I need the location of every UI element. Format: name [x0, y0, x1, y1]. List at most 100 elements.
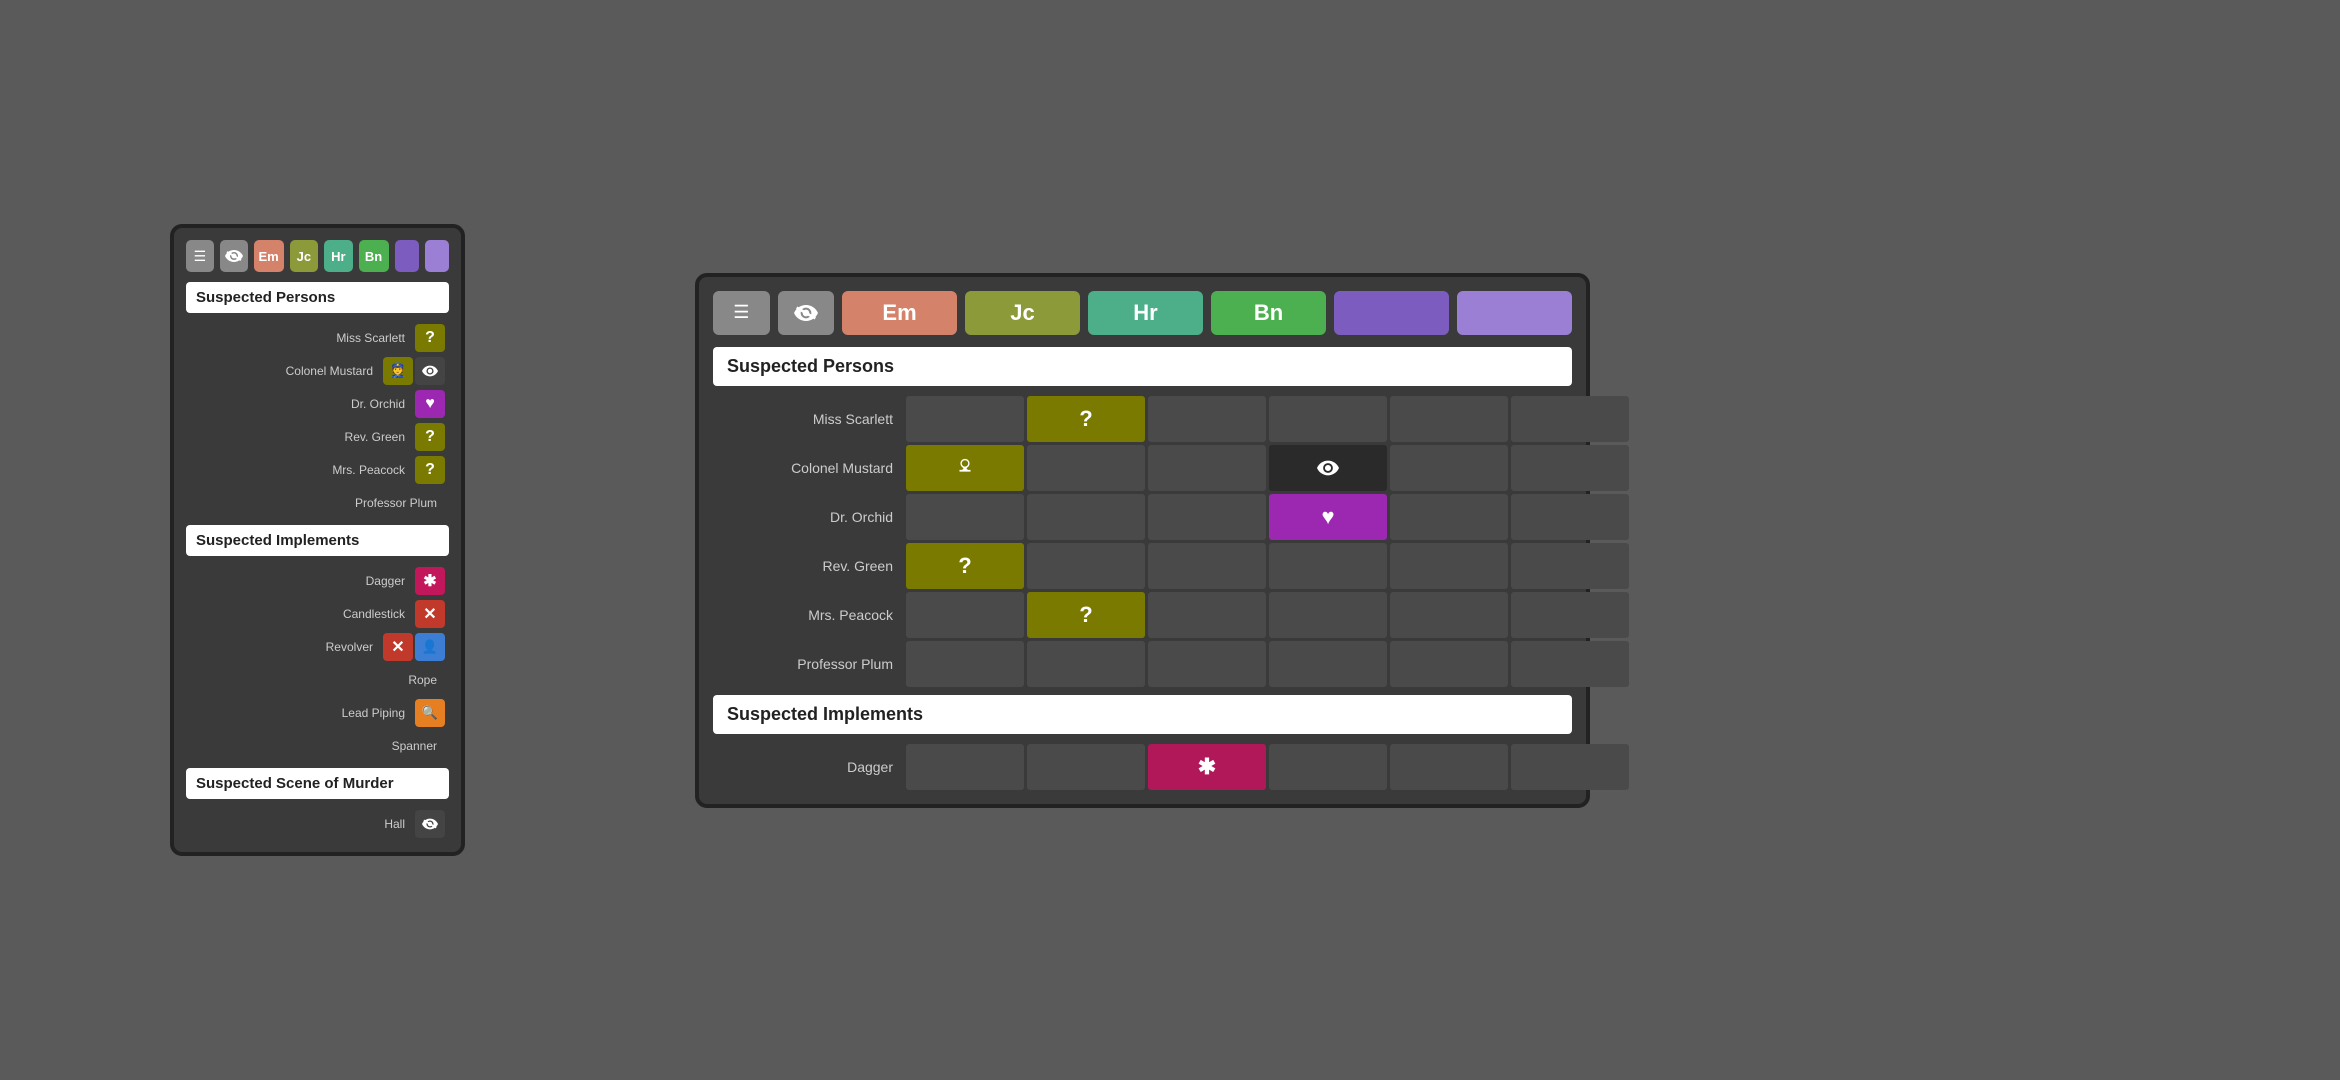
small-row-hall: Hall — [186, 807, 449, 840]
large-cell-mustard-jc[interactable] — [1027, 445, 1145, 491]
large-cell-mustard-em[interactable] — [906, 445, 1024, 491]
small-label-hall: Hall — [190, 817, 413, 831]
large-player-tag-6[interactable] — [1457, 291, 1572, 335]
small-cell-mustard-1[interactable]: 👮 — [383, 357, 413, 385]
persons-grid: Miss Scarlett ? Colonel Mustard Dr. Orch… — [713, 396, 1572, 687]
large-player-tag-jc[interactable]: Jc — [965, 291, 1080, 335]
large-label-orchid: Dr. Orchid — [713, 494, 903, 540]
large-cell-scarlett-jc[interactable]: ? — [1027, 396, 1145, 442]
large-panel: ☰ Em Jc Hr Bn Suspected Persons Miss Sca… — [695, 273, 1590, 808]
large-cell-green-6[interactable] — [1511, 543, 1629, 589]
small-cell-lead-piping-1[interactable]: 🔍 — [415, 699, 445, 727]
large-toolbar: ☰ Em Jc Hr Bn — [713, 291, 1572, 335]
large-cell-scarlett-hr[interactable] — [1148, 396, 1266, 442]
large-eye-button[interactable] — [778, 291, 835, 335]
small-player-tag-bn[interactable]: Bn — [359, 240, 389, 272]
large-cell-scarlett-em[interactable] — [906, 396, 1024, 442]
large-cell-plum-6[interactable] — [1511, 641, 1629, 687]
large-cell-mustard-hr[interactable] — [1148, 445, 1266, 491]
small-cell-scarlett-1[interactable]: ? — [415, 324, 445, 352]
large-player-tag-em[interactable]: Em — [842, 291, 957, 335]
large-cell-peacock-bn[interactable] — [1269, 592, 1387, 638]
large-cell-dagger-5[interactable] — [1390, 744, 1508, 790]
large-menu-button[interactable]: ☰ — [713, 291, 770, 335]
large-cell-dagger-6[interactable] — [1511, 744, 1629, 790]
small-player-tag-jc[interactable]: Jc — [290, 240, 318, 272]
large-cell-peacock-jc[interactable]: ? — [1027, 592, 1145, 638]
large-cell-orchid-5[interactable] — [1390, 494, 1508, 540]
large-cell-mustard-bn[interactable] — [1269, 445, 1387, 491]
small-label-revolver: Revolver — [190, 640, 381, 654]
small-label-miss-scarlett: Miss Scarlett — [190, 331, 413, 345]
large-cell-dagger-bn[interactable] — [1269, 744, 1387, 790]
small-persons-header: Suspected Persons — [186, 282, 449, 313]
large-cell-scarlett-bn[interactable] — [1269, 396, 1387, 442]
large-cell-plum-5[interactable] — [1390, 641, 1508, 687]
large-cell-green-jc[interactable] — [1027, 543, 1145, 589]
small-label-professor-plum: Professor Plum — [190, 496, 445, 510]
small-label-candlestick: Candlestick — [190, 607, 413, 621]
large-label-green: Rev. Green — [713, 543, 903, 589]
small-toolbar: ☰ Em Jc Hr Bn — [186, 240, 449, 272]
large-cell-green-5[interactable] — [1390, 543, 1508, 589]
large-player-tag-hr[interactable]: Hr — [1088, 291, 1203, 335]
large-cell-orchid-jc[interactable] — [1027, 494, 1145, 540]
large-cell-plum-bn[interactable] — [1269, 641, 1387, 687]
large-cell-peacock-5[interactable] — [1390, 592, 1508, 638]
small-cell-dagger-1[interactable]: ✱ — [415, 567, 445, 595]
large-cell-peacock-em[interactable] — [906, 592, 1024, 638]
large-cell-scarlett-5[interactable] — [1390, 396, 1508, 442]
small-cell-green-1[interactable]: ? — [415, 423, 445, 451]
small-player-tag-em[interactable]: Em — [254, 240, 284, 272]
large-cell-plum-em[interactable] — [906, 641, 1024, 687]
small-label-dr-orchid: Dr. Orchid — [190, 397, 413, 411]
small-eye-button[interactable] — [220, 240, 248, 272]
large-cell-plum-hr[interactable] — [1148, 641, 1266, 687]
large-cell-dagger-hr[interactable]: ✱ — [1148, 744, 1266, 790]
large-cell-mustard-6[interactable] — [1511, 445, 1629, 491]
large-cell-green-em[interactable]: ? — [906, 543, 1024, 589]
large-cell-orchid-6[interactable] — [1511, 494, 1629, 540]
small-row-dr-orchid: Dr. Orchid ♥ — [186, 387, 449, 420]
small-label-dagger: Dagger — [190, 574, 413, 588]
small-cell-revolver-2[interactable]: 👤 — [415, 633, 445, 661]
small-player-tag-hr[interactable]: Hr — [324, 240, 352, 272]
small-row-revolver: Revolver ✕ 👤 — [186, 630, 449, 663]
small-row-spanner: Spanner — [186, 729, 449, 762]
large-player-tag-bn[interactable]: Bn — [1211, 291, 1326, 335]
small-cell-mustard-2[interactable] — [415, 357, 445, 385]
large-persons-header: Suspected Persons — [713, 347, 1572, 386]
small-row-candlestick: Candlestick ✕ — [186, 597, 449, 630]
implements-grid: Dagger ✱ — [713, 744, 1572, 790]
large-cell-green-hr[interactable] — [1148, 543, 1266, 589]
large-cell-plum-jc[interactable] — [1027, 641, 1145, 687]
small-cell-candlestick-1[interactable]: ✕ — [415, 600, 445, 628]
small-cell-revolver-1[interactable]: ✕ — [383, 633, 413, 661]
large-cell-orchid-hr[interactable] — [1148, 494, 1266, 540]
large-cell-green-bn[interactable] — [1269, 543, 1387, 589]
large-cell-dagger-jc[interactable] — [1027, 744, 1145, 790]
small-player-tag-5[interactable] — [395, 240, 419, 272]
small-row-mrs-peacock: Mrs. Peacock ? — [186, 453, 449, 486]
small-player-tag-6[interactable] — [425, 240, 449, 272]
large-label-mustard: Colonel Mustard — [713, 445, 903, 491]
large-cell-peacock-6[interactable] — [1511, 592, 1629, 638]
large-cell-orchid-bn[interactable]: ♥ — [1269, 494, 1387, 540]
small-row-rev-green: Rev. Green ? — [186, 420, 449, 453]
small-label-mrs-peacock: Mrs. Peacock — [190, 463, 413, 477]
large-cell-orchid-em[interactable] — [906, 494, 1024, 540]
large-cell-peacock-hr[interactable] — [1148, 592, 1266, 638]
small-cell-orchid-1[interactable]: ♥ — [415, 390, 445, 418]
small-menu-button[interactable]: ☰ — [186, 240, 214, 272]
small-row-lead-piping: Lead Piping 🔍 — [186, 696, 449, 729]
small-scene-header: Suspected Scene of Murder — [186, 768, 449, 799]
large-cell-mustard-5[interactable] — [1390, 445, 1508, 491]
large-player-tag-5[interactable] — [1334, 291, 1449, 335]
small-cell-hall-1[interactable] — [415, 810, 445, 838]
large-cell-scarlett-6[interactable] — [1511, 396, 1629, 442]
small-cell-peacock-1[interactable]: ? — [415, 456, 445, 484]
small-label-lead-piping: Lead Piping — [190, 706, 413, 720]
small-row-professor-plum: Professor Plum — [186, 486, 449, 519]
large-cell-dagger-em[interactable] — [906, 744, 1024, 790]
large-label-scarlett: Miss Scarlett — [713, 396, 903, 442]
